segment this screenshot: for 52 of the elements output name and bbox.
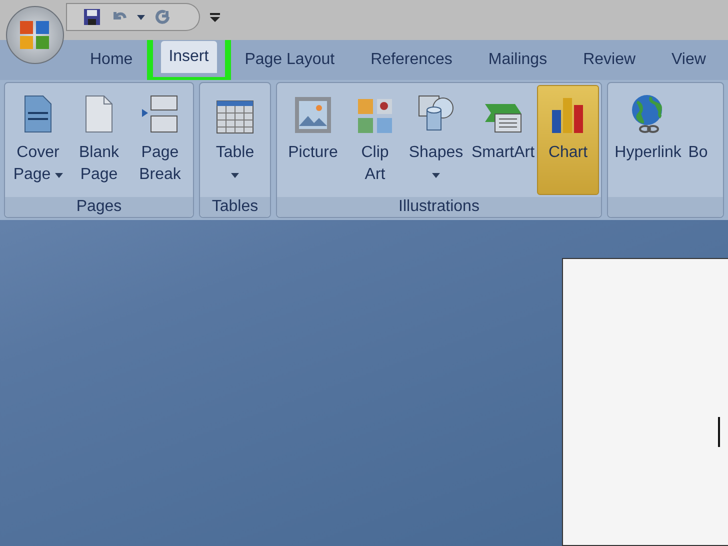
button-label: Bo — [688, 143, 708, 163]
button-label: Art — [364, 165, 386, 185]
ribbon-button[interactable]: Clip Art — [347, 85, 403, 195]
button-label: Picture — [288, 143, 338, 163]
document-icon — [23, 94, 53, 134]
ribbon-button[interactable]: Page Break — [129, 85, 191, 195]
ribbon-tab[interactable]: Home — [82, 44, 141, 76]
ribbon-button[interactable]: Table — [202, 85, 268, 195]
button-label: Chart — [548, 143, 588, 163]
ribbon-tab[interactable]: Mailings — [480, 44, 556, 76]
group-label: Illustrations — [398, 197, 480, 217]
undo-dropdown-icon — [137, 14, 145, 20]
button-label: Page — [80, 165, 118, 185]
page-break-icon — [141, 94, 179, 134]
button-label: SmartArt — [471, 143, 535, 163]
ribbon-button[interactable]: Picture — [279, 85, 347, 195]
dropdown-caret-icon — [54, 172, 63, 178]
ribbon-tab[interactable]: Page Layout — [236, 44, 343, 76]
ribbon-tab[interactable]: References — [362, 44, 460, 76]
text-cursor — [718, 417, 720, 447]
ribbon-button[interactable]: Bo — [686, 85, 710, 195]
ribbon-button[interactable]: Hyperlink — [610, 85, 686, 195]
blank-page-icon — [84, 94, 114, 134]
bar-chart-icon — [550, 96, 586, 134]
ribbon-tab[interactable]: View — [664, 44, 714, 76]
button-label: Blank — [78, 143, 120, 163]
ribbon-button[interactable]: Shapes — [403, 85, 469, 195]
ribbon-tab[interactable]: Review — [575, 44, 644, 76]
table-icon — [216, 100, 254, 134]
ribbon-button[interactable]: Blank Page — [69, 85, 129, 195]
button-label: Page — [141, 143, 179, 163]
ribbon-button[interactable]: Chart — [537, 85, 599, 195]
office-logo-icon — [18, 18, 52, 52]
ribbon-button[interactable]: SmartArt — [469, 85, 537, 195]
picture-icon — [294, 96, 332, 134]
button-label: Cover — [16, 143, 60, 163]
dropdown-caret-icon — [432, 172, 440, 178]
ribbon-tab[interactable]: Insert — [160, 41, 217, 73]
button-label: Break — [139, 165, 181, 185]
dropdown-caret-icon — [231, 172, 239, 178]
button-label: Page — [13, 164, 63, 186]
save-icon[interactable] — [83, 8, 101, 26]
redo-icon[interactable] — [155, 9, 171, 25]
button-label: Table — [216, 143, 254, 163]
button-label: Shapes — [408, 143, 464, 163]
button-label: Hyperlink — [614, 143, 682, 163]
button-label: Clip — [361, 143, 389, 163]
group-label: Pages — [76, 197, 122, 217]
customize-toolbar-icon[interactable] — [210, 13, 220, 22]
ribbon-button[interactable]: Cover Page — [7, 85, 69, 195]
clip-art-icon — [357, 98, 393, 134]
group-label: Tables — [212, 197, 258, 217]
